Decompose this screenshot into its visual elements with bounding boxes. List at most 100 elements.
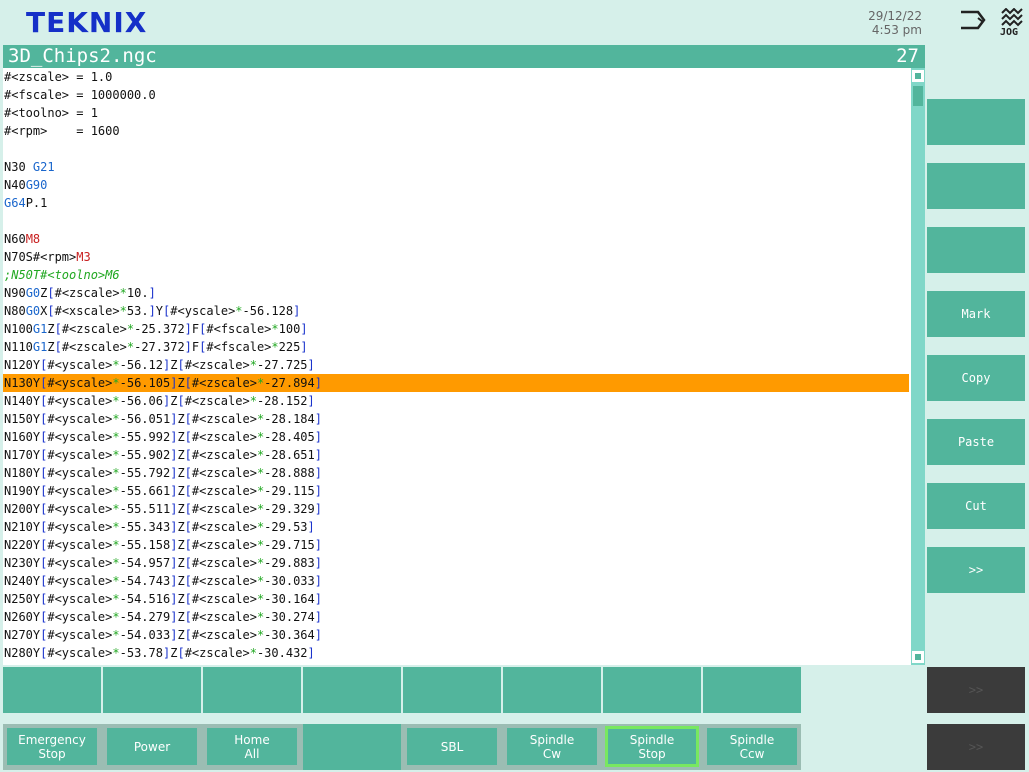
code-line[interactable]: N230Y[#<yscale>*-54.957]Z[#<zscale>*-29.… [3, 554, 909, 572]
code-token: ] [314, 502, 322, 516]
power-button[interactable]: Power [107, 728, 197, 765]
code-token: -27.894 [264, 376, 315, 390]
scroll-down-arrow[interactable] [912, 651, 924, 663]
code-line[interactable]: #<fscale> = 1000000.0 [3, 86, 909, 104]
code-token: ] [314, 610, 322, 624]
code-line[interactable]: ;N50T#<toolno>M6 [3, 266, 909, 284]
selected-code-line[interactable]: N130Y[#<yscale>*-56.105]Z[#<zscale>*-27.… [3, 374, 909, 392]
code-token: -54.033 [119, 628, 171, 642]
spindle-stop-button[interactable]: Spindle Stop [605, 726, 699, 767]
code-line[interactable]: N170Y[#<yscale>*-55.902]Z[#<zscale>*-28.… [3, 446, 909, 464]
code-token: N60 [4, 232, 26, 246]
code-line[interactable]: N80G0X[#<xscale>*53.]Y[#<yscale>*-56.128… [3, 302, 909, 320]
code-token: * [271, 340, 279, 354]
code-line[interactable]: N220Y[#<yscale>*-55.158]Z[#<zscale>*-29.… [3, 536, 909, 554]
code-token: * [119, 304, 127, 318]
code-token: Z [177, 466, 185, 480]
function-key-2[interactable] [103, 667, 201, 713]
code-token: [ [184, 610, 192, 624]
function-key-1[interactable] [3, 667, 101, 713]
code-token: [ [177, 646, 185, 660]
code-token: Z [177, 448, 185, 462]
code-line[interactable]: N150Y[#<yscale>*-56.051]Z[#<zscale>*-28.… [3, 410, 909, 428]
code-token: -29.883 [264, 556, 315, 570]
code-line[interactable]: #<zscale> = 1.0 [3, 68, 909, 86]
code-token: #<yscale> [47, 646, 113, 660]
code-token: #<zscale> [191, 628, 257, 642]
function-key-6[interactable] [503, 667, 601, 713]
file-name: 3D_Chips2.ngc [8, 45, 157, 67]
blank-control-button[interactable] [303, 724, 401, 770]
code-token: Z [177, 556, 185, 570]
code-token: G1 [32, 322, 48, 336]
code-line[interactable]: N280Y[#<yscale>*-53.78]Z[#<zscale>*-30.4… [3, 644, 909, 662]
code-line[interactable]: N120Y[#<yscale>*-56.12]Z[#<zscale>*-27.7… [3, 356, 909, 374]
code-line[interactable]: N190Y[#<yscale>*-55.661]Z[#<zscale>*-29.… [3, 482, 909, 500]
code-line[interactable]: N270Y[#<yscale>*-54.033]Z[#<zscale>*-30.… [3, 626, 909, 644]
scroll-thumb[interactable] [913, 86, 923, 106]
code-line[interactable]: N240Y[#<yscale>*-54.743]Z[#<zscale>*-30.… [3, 572, 909, 590]
spindle-ccw-button[interactable]: Spindle Ccw [707, 728, 797, 765]
code-line[interactable] [3, 140, 909, 158]
code-line[interactable]: N200Y[#<yscale>*-55.511]Z[#<zscale>*-29.… [3, 500, 909, 518]
code-line[interactable]: #<rpm> = 1600 [3, 122, 909, 140]
emergency-stop-button[interactable]: Emergency Stop [7, 728, 97, 765]
side-button-3[interactable] [927, 227, 1025, 273]
code-token: N70S#<rpm> [4, 250, 77, 264]
mark-button[interactable]: Mark [927, 291, 1025, 337]
code-line[interactable]: N160Y[#<yscale>*-55.992]Z[#<zscale>*-28.… [3, 428, 909, 446]
side-button-2[interactable] [927, 163, 1025, 209]
scroll-up-arrow[interactable] [912, 70, 924, 82]
code-token: #<yscale> [47, 610, 113, 624]
function-key-5[interactable] [403, 667, 501, 713]
code-token: #<zscale> [61, 340, 127, 354]
disabled-more-button-2[interactable]: >> [927, 724, 1025, 770]
home-all-button[interactable]: Home All [207, 728, 297, 765]
code-token: Z [177, 592, 185, 606]
code-token: G90 [25, 178, 48, 192]
disabled-more-button-1[interactable]: >> [927, 667, 1025, 713]
more-button[interactable]: >> [927, 547, 1025, 593]
vertical-scrollbar[interactable] [911, 68, 925, 665]
cut-button[interactable]: Cut [927, 483, 1025, 529]
machine-control-bar: Emergency Stop Power Home All SBL Spindl… [3, 724, 801, 770]
code-token: N40 [4, 178, 26, 192]
function-key-4[interactable] [303, 667, 401, 713]
function-key-3[interactable] [203, 667, 301, 713]
code-line[interactable]: N100G1Z[#<zscale>*-25.372]F[#<fscale>*10… [3, 320, 909, 338]
code-token: -30.274 [264, 610, 315, 624]
paste-button[interactable]: Paste [927, 419, 1025, 465]
exit-icon[interactable] [958, 8, 988, 36]
code-token: * [112, 574, 120, 588]
code-lines[interactable]: #<zscale> = 1.0 #<fscale> = 1000000.0 #<to… [3, 68, 909, 662]
code-line[interactable]: N140Y[#<yscale>*-56.06]Z[#<zscale>*-28.1… [3, 392, 909, 410]
code-line[interactable]: #<toolno> = 1 [3, 104, 909, 122]
code-line[interactable]: N210Y[#<yscale>*-55.343]Z[#<zscale>*-29.… [3, 518, 909, 536]
code-line[interactable]: N40G90 [3, 176, 909, 194]
code-token: G21 [32, 160, 55, 174]
code-line[interactable]: N70S#<rpm>M3 [3, 248, 909, 266]
function-key-8[interactable] [703, 667, 801, 713]
code-token: #<zscale> [191, 412, 257, 426]
spindle-cw-button[interactable]: Spindle Cw [507, 728, 597, 765]
code-line[interactable]: N30 G21 [3, 158, 909, 176]
code-line[interactable] [3, 212, 909, 230]
gcode-editor[interactable]: #<zscale> = 1.0 #<fscale> = 1000000.0 #<to… [3, 68, 925, 665]
code-line[interactable]: N90G0Z[#<zscale>*10.] [3, 284, 909, 302]
code-line[interactable]: N180Y[#<yscale>*-55.792]Z[#<zscale>*-28.… [3, 464, 909, 482]
code-token: N260Y [4, 610, 41, 624]
code-line[interactable]: N250Y[#<yscale>*-54.516]Z[#<zscale>*-30.… [3, 590, 909, 608]
code-token: #<zscale> [191, 574, 257, 588]
side-button-1[interactable] [927, 99, 1025, 145]
code-token: -54.743 [119, 574, 171, 588]
sbl-button[interactable]: SBL [407, 728, 497, 765]
function-key-7[interactable] [603, 667, 701, 713]
code-token: #<zscale> [184, 394, 250, 408]
code-token: [ [184, 430, 192, 444]
code-line[interactable]: N110G1Z[#<zscale>*-27.372]F[#<fscale>*22… [3, 338, 909, 356]
copy-button[interactable]: Copy [927, 355, 1025, 401]
code-line[interactable]: G64P.1 [3, 194, 909, 212]
code-token: -28.888 [264, 466, 315, 480]
code-line[interactable]: N60M8 [3, 230, 909, 248]
code-line[interactable]: N260Y[#<yscale>*-54.279]Z[#<zscale>*-30.… [3, 608, 909, 626]
